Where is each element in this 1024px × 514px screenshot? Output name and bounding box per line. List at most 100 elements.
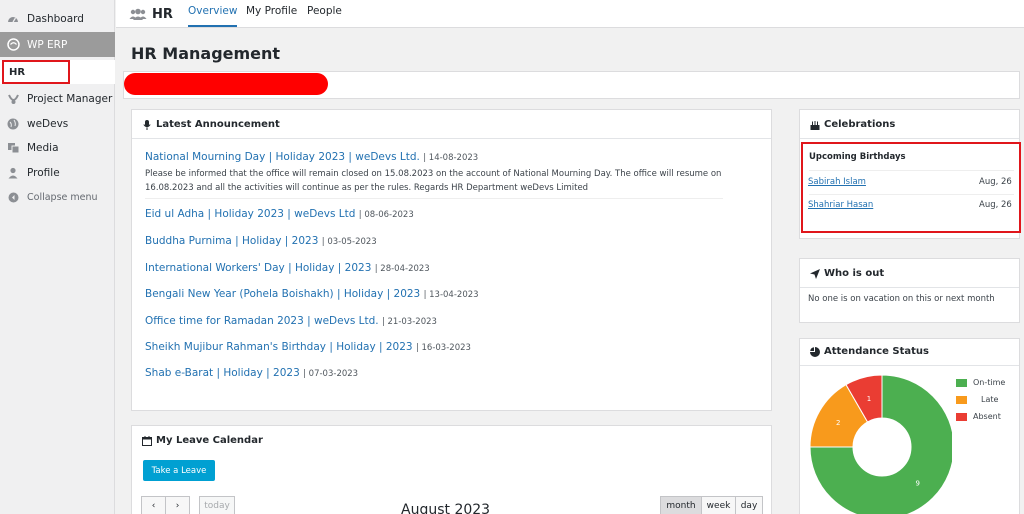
birthday-name-link[interactable]: Sabirah Islam (808, 177, 866, 187)
legend-item-on-time: On-time (956, 378, 1005, 387)
announcement-date: | 21-03-2023 (381, 317, 437, 327)
panel-title: My Leave Calendar (142, 435, 263, 446)
panel-title: Celebrations (810, 119, 895, 130)
dashboard-icon (6, 12, 20, 26)
birthday-date: Aug, 26 (979, 200, 1012, 210)
legend-item-late: Late (956, 395, 998, 404)
notice-bar (123, 71, 1020, 99)
take-a-leave-button[interactable]: Take a Leave (143, 460, 215, 481)
today-button[interactable]: today (199, 496, 235, 514)
upcoming-birthdays-highlight: Upcoming Birthdays Sabirah Islam Aug, 26… (801, 142, 1021, 233)
erp-icon (6, 38, 20, 52)
calendar-month-title: August 2023 (401, 502, 491, 514)
announcement-item[interactable]: National Mourning Day | Holiday 2023 | w… (145, 151, 478, 163)
legend-label: On-time (973, 378, 1006, 387)
microphone-icon (142, 119, 152, 130)
sidebar-item-label: WP ERP (27, 38, 68, 51)
collapse-menu-button[interactable]: Collapse menu (0, 185, 115, 209)
next-month-button[interactable]: › (165, 496, 190, 514)
announcement-link[interactable]: Shab e-Barat | Holiday | 2023 (145, 367, 300, 379)
tab-overview[interactable]: Overview (188, 5, 237, 17)
active-tab-indicator (188, 25, 237, 27)
chevron-left-icon: ‹ (151, 500, 156, 511)
globe-icon (6, 117, 20, 131)
hr-logo: HR (129, 5, 173, 24)
view-day-button[interactable]: day (735, 496, 763, 514)
announcement-link[interactable]: International Workers' Day | Holiday | 2… (145, 262, 371, 274)
sidebar-item-media[interactable]: Media (0, 136, 115, 160)
legend-label: Late (981, 395, 999, 404)
panel-divider (800, 287, 1019, 288)
people-icon (129, 5, 147, 24)
view-month-button[interactable]: month (660, 496, 702, 514)
birthday-date: Aug, 26 (979, 177, 1012, 187)
announcement-item[interactable]: Buddha Purnima | Holiday | 2023 | 03-05-… (145, 235, 377, 247)
chevron-right-icon: › (175, 500, 180, 511)
announcement-link[interactable]: Bengali New Year (Pohela Boishakh) | Hol… (145, 288, 420, 300)
panel-title: Who is out (810, 268, 884, 279)
announcement-item[interactable]: Shab e-Barat | Holiday | 2023 | 07-03-20… (145, 367, 358, 379)
sidebar-item-profile[interactable]: Profile (0, 161, 115, 185)
announcement-link[interactable]: Office time for Ramadan 2023 | weDevs Lt… (145, 315, 379, 327)
tab-people[interactable]: People (307, 5, 342, 17)
attendance-donut-chart: 9 2 1 (809, 374, 952, 514)
page-title: HR Management (131, 44, 281, 63)
send-icon (810, 268, 820, 279)
project-manager-icon (6, 92, 20, 106)
announcement-title: Latest Announcement (156, 119, 280, 130)
legend-label: Absent (973, 412, 1001, 421)
tab-my-profile[interactable]: My Profile (246, 5, 297, 17)
list-divider (809, 194, 1014, 195)
sidebar-item-label: Media (27, 142, 59, 154)
leave-calendar-title: My Leave Calendar (156, 435, 263, 446)
panel-title: Attendance Status (810, 346, 929, 357)
media-icon (6, 141, 20, 155)
leave-calendar-panel: My Leave Calendar Take a Leave ‹ › today… (131, 425, 772, 514)
announcement-description: Please be informed that the office will … (145, 169, 722, 193)
birthday-name-link[interactable]: Shahriar Hasan (808, 200, 873, 210)
sidebar-item-label: weDevs (27, 118, 69, 130)
announcement-link[interactable]: Sheikh Mujibur Rahman's Birthday | Holid… (145, 341, 413, 353)
legend-item-absent: Absent (956, 412, 1001, 421)
collapse-icon (6, 190, 20, 204)
redaction-mark (124, 73, 328, 95)
donut-label-on-time: 9 (915, 480, 919, 488)
announcement-date: | 14-08-2023 (423, 153, 479, 163)
announcement-item[interactable]: Eid ul Adha | Holiday 2023 | weDevs Ltd … (145, 208, 414, 220)
announcement-date: | 16-03-2023 (415, 343, 471, 353)
announcement-panel: Latest Announcement National Mourning Da… (131, 109, 772, 411)
sidebar-item-wedevs[interactable]: weDevs (0, 112, 115, 136)
sidebar-item-label: Dashboard (27, 13, 84, 25)
announcement-date: | 08-06-2023 (358, 210, 414, 220)
sidebar-item-wp-erp[interactable]: WP ERP (0, 32, 115, 57)
announcement-item[interactable]: Office time for Ramadan 2023 | weDevs Lt… (145, 315, 437, 327)
legend-swatch (956, 412, 967, 421)
sidebar-item-dashboard[interactable]: Dashboard (0, 7, 115, 31)
panel-title: Latest Announcement (142, 119, 280, 130)
announcement-item[interactable]: International Workers' Day | Holiday | 2… (145, 262, 430, 274)
announcement-divider (145, 198, 723, 199)
sidebar-item-label: Profile (27, 167, 60, 179)
who-is-out-message: No one is on vacation on this or next mo… (808, 294, 995, 304)
panel-divider (132, 138, 771, 139)
panel-divider (800, 138, 1019, 139)
announcement-link[interactable]: Eid ul Adha | Holiday 2023 | weDevs Ltd (145, 208, 355, 220)
announcement-date: | 03-05-2023 (321, 237, 377, 247)
announcement-item[interactable]: Bengali New Year (Pohela Boishakh) | Hol… (145, 288, 479, 300)
legend-swatch (956, 378, 967, 387)
sidebar-item-label: Project Manager (27, 93, 113, 105)
announcement-date: | 28-04-2023 (374, 264, 430, 274)
announcement-date: | 13-04-2023 (423, 290, 479, 300)
donut-label-late: 2 (836, 419, 840, 427)
sidebar-item-project-manager[interactable]: Project Manager (0, 87, 115, 111)
who-is-out-panel: Who is out No one is on vacation on this… (799, 258, 1020, 323)
calendar-icon (142, 435, 152, 446)
view-week-button[interactable]: week (701, 496, 736, 514)
prev-month-button[interactable]: ‹ (141, 496, 166, 514)
announcement-link[interactable]: Buddha Purnima | Holiday | 2023 (145, 235, 318, 247)
list-divider (809, 170, 1014, 171)
attendance-title: Attendance Status (824, 346, 929, 357)
legend-swatch (956, 395, 967, 404)
announcement-link[interactable]: National Mourning Day | Holiday 2023 | w… (145, 151, 420, 163)
announcement-item[interactable]: Sheikh Mujibur Rahman's Birthday | Holid… (145, 341, 471, 353)
